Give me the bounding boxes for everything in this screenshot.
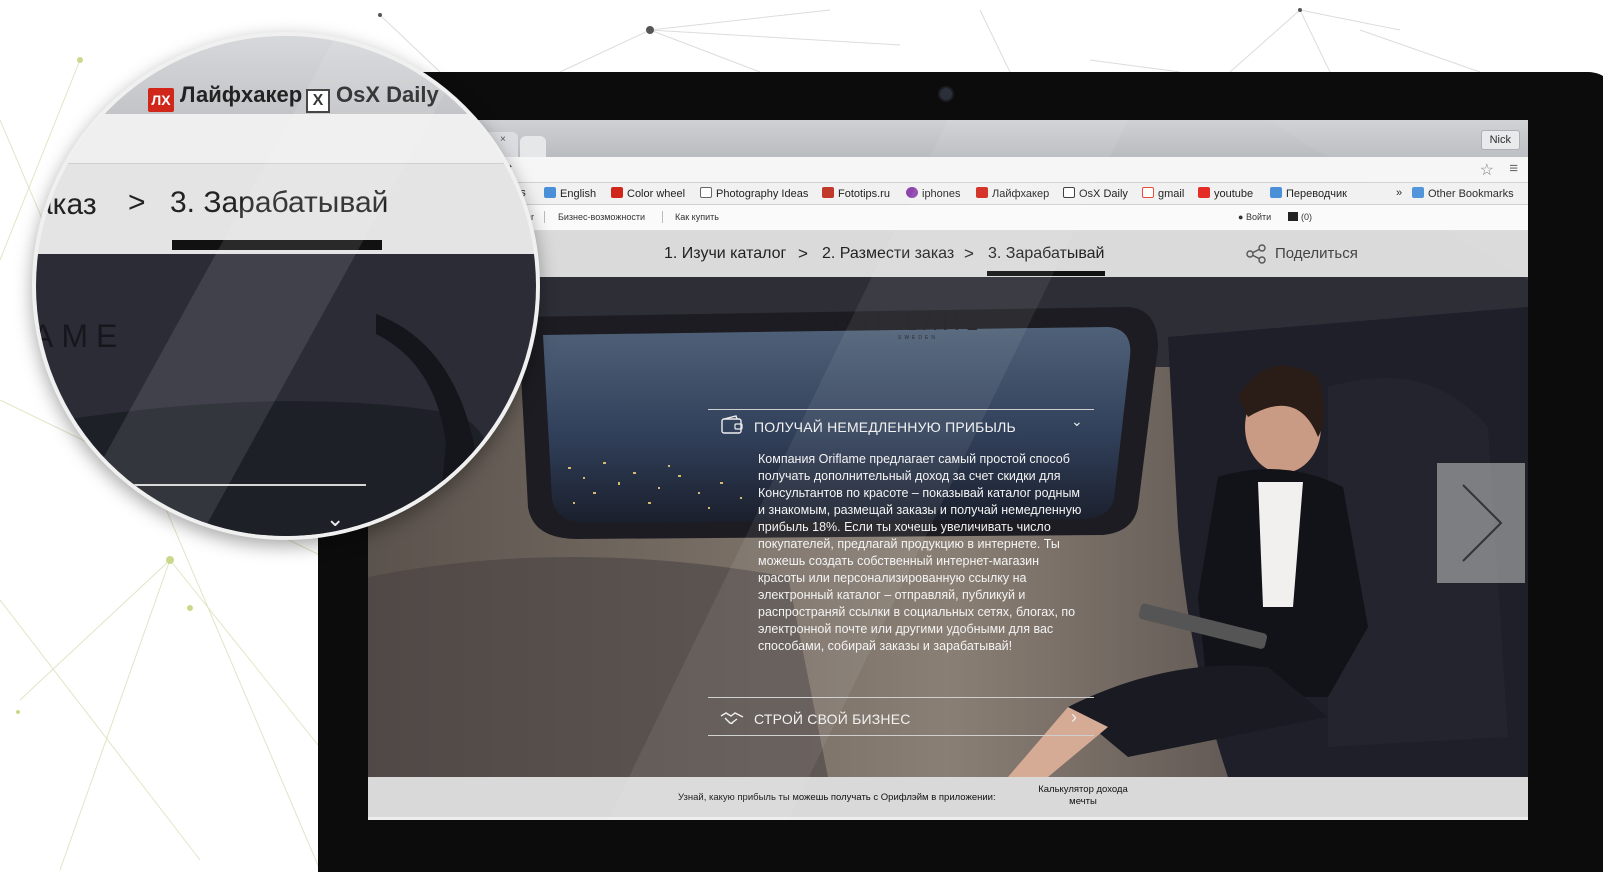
fototips-icon xyxy=(822,187,834,198)
brand-logo-subtitle: SWEDEN xyxy=(898,335,938,341)
chevron-right-icon xyxy=(1462,484,1503,562)
translate-icon xyxy=(1270,187,1282,198)
step-arrow-icon: > xyxy=(964,244,974,263)
folder-icon xyxy=(1412,187,1424,198)
bookmark-translate[interactable]: Переводчик xyxy=(1270,187,1347,200)
magnifier-lens: ЛХ Лайфхакер X OsX Daily аказ > 3. Зарабат… xyxy=(32,32,540,540)
bookmarks-bar: des English Color wheel Photography Idea… xyxy=(368,183,1528,205)
accordion-profit-header[interactable]: ПОЛУЧАЙ НЕМЕДЛЕННУЮ ПРИБЫЛЬ xyxy=(754,419,1016,435)
lens-gloss xyxy=(60,36,476,536)
step-1-link[interactable]: 1. Изучи каталог xyxy=(664,245,786,263)
login-label: Войти xyxy=(1245,212,1272,222)
iphones-icon xyxy=(906,187,918,198)
bookmark-english[interactable]: English xyxy=(544,187,596,200)
color-wheel-icon xyxy=(611,187,623,198)
bookmark-label: Color wheel xyxy=(627,188,686,200)
footer-text: Узнай, какую прибыль ты можешь получать … xyxy=(678,792,996,803)
site-link-how-to-buy[interactable]: Как купить xyxy=(675,212,719,222)
browser-menu-icon[interactable]: ≡ xyxy=(1509,160,1518,177)
bookmarks-more-icon[interactable]: » xyxy=(1396,187,1402,199)
bookmark-label: Other Bookmarks xyxy=(1428,188,1514,200)
bookmark-label: English xyxy=(560,188,597,200)
other-bookmarks[interactable]: Other Bookmarks xyxy=(1412,187,1514,200)
steps-navigation: 1. Изучи каталог > 2. Размести заказ > 3… xyxy=(368,231,1528,277)
bookmark-gmail[interactable]: gmail xyxy=(1142,187,1184,200)
user-profile-button[interactable]: Nick xyxy=(1480,130,1520,150)
bookmark-label: Переводчик xyxy=(1286,188,1347,200)
site-top-bar: or Бизнес-возможности Как купить ● Войти… xyxy=(368,205,1528,231)
webcam xyxy=(940,88,952,100)
step-2-link[interactable]: 2. Размести заказ xyxy=(822,245,954,263)
bookmark-iphones[interactable]: iphones xyxy=(906,187,961,200)
bookmark-photography-ideas[interactable]: Photography Ideas xyxy=(700,187,808,200)
bookmark-label: Fototips.ru xyxy=(838,188,890,200)
gmail-icon xyxy=(1142,187,1154,198)
divider xyxy=(708,409,1094,410)
divider xyxy=(662,211,663,223)
footer-bar: Узнай, какую прибыль ты можешь получать … xyxy=(368,777,1528,817)
income-calculator-link[interactable]: Калькулятор дохода мечты xyxy=(1038,784,1128,808)
address-bar[interactable]: tart ☆ ≡ xyxy=(368,157,1528,183)
bookmark-osx-daily[interactable]: OsX Daily xyxy=(1063,187,1128,200)
share-button[interactable]: Поделиться xyxy=(1275,245,1358,262)
cart-link[interactable]: (0) xyxy=(1288,212,1312,222)
share-icon[interactable] xyxy=(1245,243,1267,265)
bookmark-lifehacker[interactable]: Лайфхакер xyxy=(976,187,1049,200)
chevron-down-icon[interactable]: ⌄ xyxy=(1071,413,1083,430)
divider xyxy=(708,697,1094,698)
osx-daily-icon xyxy=(1063,187,1075,198)
brand-logo[interactable]: ORIFLAME xyxy=(834,311,984,335)
cart-icon xyxy=(1288,212,1298,221)
user-icon: ● xyxy=(1238,212,1246,222)
bookmark-fototips[interactable]: Fototips.ru xyxy=(822,187,890,200)
handshake-icon xyxy=(720,712,744,725)
chevron-right-icon[interactable]: › xyxy=(1071,707,1077,728)
divider xyxy=(708,735,1094,736)
folder-icon xyxy=(544,187,556,198)
wallet-icon xyxy=(721,415,743,434)
bookmark-label: Photography Ideas xyxy=(716,188,809,200)
stage: × Nick tart ☆ ≡ des English Color wheel … xyxy=(0,0,1603,872)
accordion-business-header[interactable]: СТРОЙ СВОЙ БИЗНЕС xyxy=(754,711,911,727)
youtube-icon xyxy=(1198,187,1210,198)
bookmark-youtube[interactable]: youtube xyxy=(1198,187,1253,200)
step-arrow-icon: > xyxy=(798,244,808,263)
accordion-profit-body: Компания Oriflame предлагает самый прост… xyxy=(758,452,1082,653)
bookmark-color-wheel[interactable]: Color wheel xyxy=(611,187,685,200)
hero-banner: ORIFLAME SWEDEN ПОЛУЧАЙ НЕМЕДЛЕННУЮ ПРИБ… xyxy=(368,277,1528,777)
cart-count: (0) xyxy=(1301,212,1312,222)
divider xyxy=(544,211,545,223)
bookmark-label: gmail xyxy=(1158,188,1185,200)
bookmark-label: iphones xyxy=(922,188,961,200)
bookmark-label: Лайфхакер xyxy=(992,188,1050,200)
browser-tab-bar: × Nick xyxy=(368,120,1528,157)
step-3-link[interactable]: 3. Зарабатывай xyxy=(988,245,1104,263)
laptop-screen: × Nick tart ☆ ≡ des English Color wheel … xyxy=(368,120,1528,820)
photo-icon xyxy=(700,187,712,198)
next-slide-button[interactable] xyxy=(1437,463,1525,583)
bookmark-star-icon[interactable]: ☆ xyxy=(1480,160,1494,180)
site-link-business[interactable]: Бизнес-возможности xyxy=(558,212,645,222)
bookmark-label: youtube xyxy=(1214,188,1254,200)
login-link[interactable]: ● Войти xyxy=(1238,212,1271,222)
active-step-indicator xyxy=(987,271,1105,276)
bookmark-label: OsX Daily xyxy=(1079,188,1128,200)
lifehacker-icon xyxy=(976,187,988,198)
